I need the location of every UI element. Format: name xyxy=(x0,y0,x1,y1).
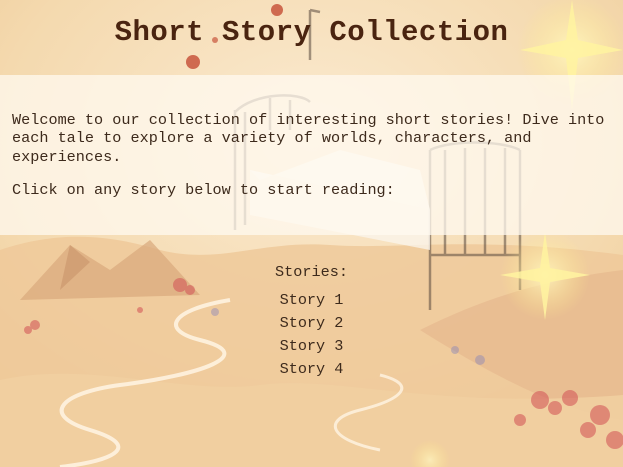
list-item: Story 1 xyxy=(0,291,623,314)
page-title: Short Story Collection xyxy=(114,16,509,49)
list-item: Story 2 xyxy=(0,314,623,337)
stories-section: Stories: Story 1 Story 2 Story 3 Story 4 xyxy=(0,263,623,383)
list-item: Story 3 xyxy=(0,337,623,360)
story-link-2[interactable]: Story 2 xyxy=(280,314,344,332)
list-item: Story 4 xyxy=(0,360,623,383)
page: Short Story Collection Welcome to our co… xyxy=(0,0,623,467)
stories-heading: Stories: xyxy=(275,263,348,281)
story-link-4[interactable]: Story 4 xyxy=(280,360,344,378)
intro-panel: Welcome to our collection of interesting… xyxy=(0,75,623,235)
story-link-1[interactable]: Story 1 xyxy=(280,291,344,309)
story-list: Story 1 Story 2 Story 3 Story 4 xyxy=(0,291,623,383)
welcome-text: Welcome to our collection of interesting… xyxy=(12,111,605,166)
call-to-action-text: Click on any story below to start readin… xyxy=(12,180,395,199)
story-link-3[interactable]: Story 3 xyxy=(280,337,344,355)
